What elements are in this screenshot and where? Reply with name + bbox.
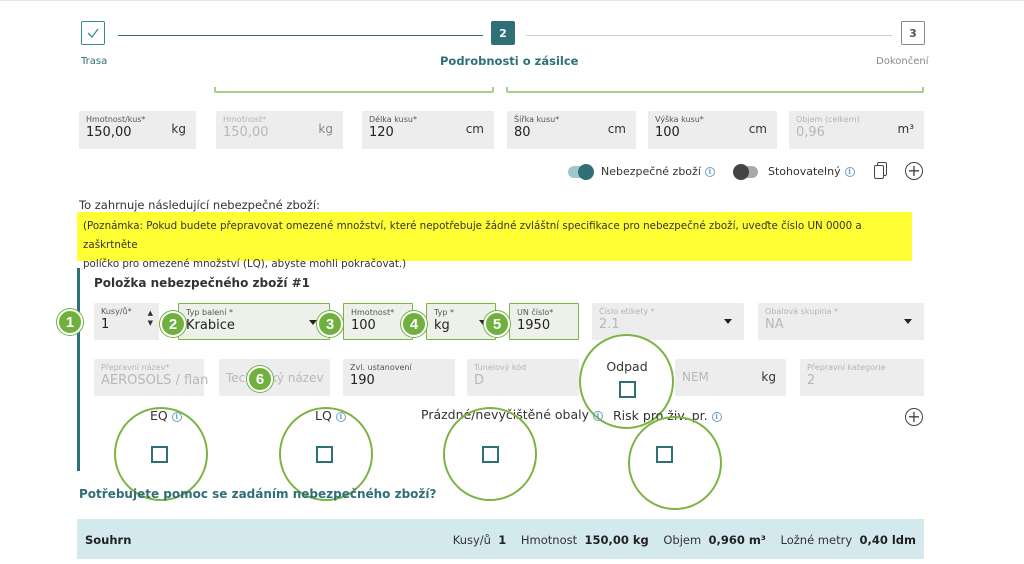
callout-badge-2: 2 (160, 311, 186, 337)
copy-icon[interactable] (874, 162, 888, 180)
callout-badge-6: 6 (247, 366, 273, 392)
height-field[interactable]: Výška kusu* 100 cm (648, 111, 777, 149)
note-line-1: (Poznámka: Pokud budete přepravovat omez… (83, 220, 862, 251)
dg-help-link[interactable]: Potřebujete pomoc se zadáním nebezpečnéh… (79, 487, 436, 501)
note-line-2: políčko pro omezené množství (LQ), abyst… (83, 258, 407, 270)
toggle-knob (733, 164, 749, 180)
transport-category-field: Přepravní kategorie 2 (800, 359, 924, 396)
step-2-label: Podrobnosti o zásilce (440, 54, 579, 68)
chevron-down-icon (904, 319, 912, 324)
dg-item-title: Položka nebezpečného zboží #1 (94, 276, 311, 290)
check-icon (87, 28, 99, 38)
info-icon[interactable]: i (844, 167, 855, 177)
nem-input[interactable]: NEM kg (675, 359, 786, 396)
volume-field: Objem (celkem) 0,96 m³ (789, 111, 924, 149)
step-3-box[interactable]: 3 (901, 21, 925, 45)
callout-badge-1: 1 (57, 309, 83, 335)
dangerous-goods-toggle[interactable] (568, 164, 594, 180)
weight-per-piece-value: 150,00 (86, 125, 132, 140)
add-item-button[interactable]: + (905, 162, 923, 180)
env-risk-checkbox[interactable] (656, 446, 673, 463)
waste-checkbox[interactable] (619, 381, 636, 398)
dangerous-goods-label: Nebezpečné zboží i (601, 165, 715, 178)
env-risk-highlight-ring (628, 416, 722, 510)
info-icon[interactable]: i (704, 167, 715, 177)
dg-section-border (77, 268, 80, 471)
chevron-down-icon (309, 320, 317, 325)
chevron-down-icon (724, 319, 732, 324)
step-1-box[interactable] (81, 21, 105, 45)
lq-checkbox[interactable] (316, 446, 333, 463)
package-type-select[interactable]: Typ balení * Krabice (178, 303, 330, 340)
note-box: (Poznámka: Pokud budete přepravovat omez… (77, 212, 912, 270)
add-dg-item-button[interactable]: + (905, 408, 923, 426)
outlined-field-fragment (506, 87, 924, 93)
callout-badge-4: 4 (401, 311, 427, 337)
packing-group-select[interactable]: Obalová skupina * NA (758, 303, 924, 340)
summary-bar: Souhrn Kusy/ů 1 Hmotnost 150,00 kg Objem… (77, 519, 924, 559)
dg-intro-text: To zahrnuje následující nebezpečné zboží… (79, 198, 320, 212)
un-number-field[interactable]: UN číslo* 1950 (509, 303, 579, 340)
eq-checkbox[interactable] (151, 446, 168, 463)
empty-packaging-checkbox[interactable] (482, 446, 499, 463)
step-3-label: Dokončení (876, 56, 929, 67)
top-divider (0, 0, 1024, 1)
stackable-toggle[interactable] (733, 164, 758, 180)
plus-icon: + (907, 161, 921, 180)
callout-badge-5: 5 (484, 311, 510, 337)
weight-field: Hmotnost* 150,00 kg (216, 111, 343, 149)
info-icon[interactable]: i (593, 411, 603, 421)
width-field[interactable]: Šířka kusu* 80 cm (507, 111, 636, 149)
stepper-arrows[interactable]: ▲ ▼ (148, 308, 153, 328)
length-field[interactable]: Délka kusu* 120 cm (362, 111, 494, 149)
technical-name-input[interactable]: Technický název (219, 359, 330, 396)
plus-icon: + (907, 407, 921, 426)
pieces-stepper[interactable]: Kusy/ů* 1 ▲ ▼ (94, 303, 159, 340)
step-1-label[interactable]: Trasa (81, 56, 107, 67)
shipping-name-field: Přepravní název* AEROSOLS / flan (94, 359, 208, 396)
step-connector-2 (526, 35, 892, 36)
summary-title: Souhrn (85, 533, 132, 547)
special-provision-field[interactable]: Zvl. ustanovení 190 (343, 359, 455, 396)
step-2-box[interactable]: 2 (491, 21, 515, 45)
summary-values: Kusy/ů 1 Hmotnost 150,00 kg Objem 0,960 … (452, 533, 916, 547)
callout-badge-3: 3 (317, 311, 343, 337)
weight-per-piece-field[interactable]: Hmotnost/kus* 150,00 kg (79, 111, 196, 149)
info-icon[interactable]: i (711, 412, 722, 422)
step-connector-1 (118, 35, 483, 36)
tunnel-code-field: Tunelový kód D (467, 359, 579, 396)
stackable-label: Stohovatelný i (768, 165, 855, 178)
waste-label: Odpad (606, 359, 648, 374)
toggle-knob (578, 164, 594, 180)
outlined-field-fragment (214, 87, 494, 93)
